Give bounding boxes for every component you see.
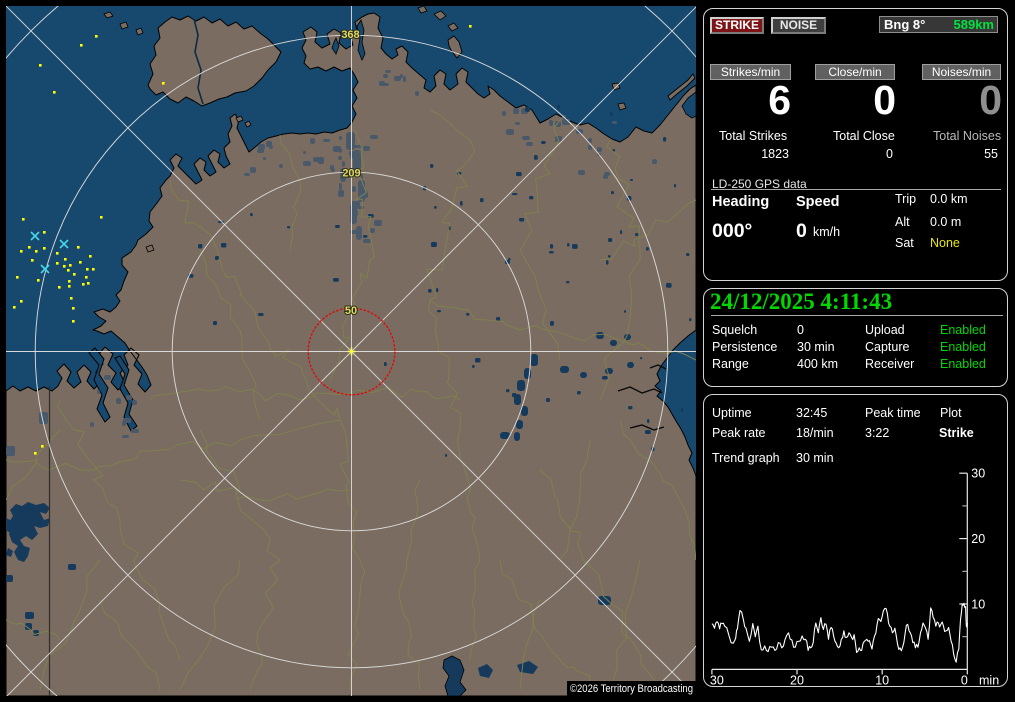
- svg-text:10: 10: [971, 598, 985, 612]
- svg-text:10: 10: [875, 674, 889, 687]
- svg-text:50: 50: [345, 305, 357, 317]
- svg-text:©2026 Territory Broadcasting: ©2026 Territory Broadcasting: [570, 683, 693, 695]
- svg-text:368: 368: [341, 29, 359, 41]
- svg-text:30: 30: [710, 674, 724, 687]
- svg-text:30: 30: [971, 467, 985, 481]
- svg-text:0: 0: [961, 674, 968, 687]
- svg-text:209: 209: [342, 168, 360, 180]
- svg-text:20: 20: [971, 532, 985, 546]
- svg-text:20: 20: [790, 674, 804, 687]
- svg-text:min: min: [979, 674, 999, 687]
